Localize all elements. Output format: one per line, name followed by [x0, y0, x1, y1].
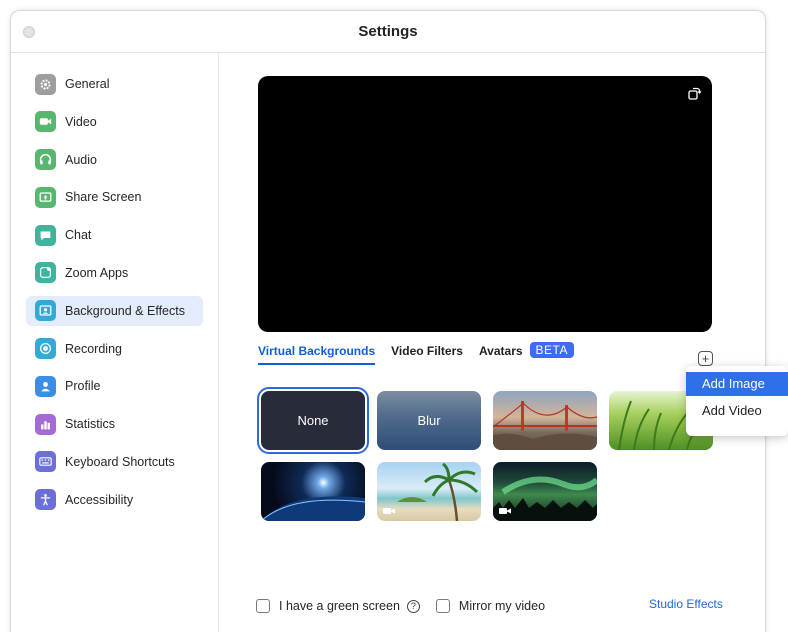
- accessibility-icon: [35, 489, 56, 511]
- sidebar-item-share-screen[interactable]: Share Screen: [26, 182, 203, 212]
- background-tile-none[interactable]: None: [257, 387, 369, 454]
- background-tile-aurora[interactable]: [493, 462, 597, 521]
- green-screen-label: I have a green screen: [279, 599, 400, 613]
- title-bar: Settings: [11, 11, 765, 53]
- sidebar-item-label: Statistics: [65, 417, 116, 432]
- gear-icon: [35, 73, 56, 95]
- sidebar-item-label: Accessibility: [65, 492, 134, 507]
- record-icon: [35, 338, 56, 360]
- tab-avatars[interactable]: Avatars: [479, 344, 523, 363]
- mirror-video-label: Mirror my video: [458, 599, 546, 613]
- sidebar-item-general[interactable]: General: [26, 69, 203, 99]
- beta-badge: BETA: [529, 342, 574, 358]
- background-tile-blur[interactable]: Blur: [377, 391, 481, 450]
- sidebar-item-chat[interactable]: Chat: [26, 220, 203, 250]
- background-tile-beach[interactable]: [377, 462, 481, 521]
- sidebar-item-label: Audio: [65, 152, 97, 167]
- video-camera-icon: [35, 111, 56, 133]
- background-options: I have a green screen ? Mirror my video: [256, 597, 545, 615]
- tile-label: Blur: [417, 413, 441, 428]
- sidebar-item-label: Chat: [65, 228, 92, 243]
- tile-label: None: [297, 413, 329, 428]
- background-icon: [35, 300, 56, 322]
- background-tabs: Virtual Backgrounds Video Filters Avatar…: [258, 342, 574, 368]
- sidebar-item-recording[interactable]: Recording: [26, 334, 203, 364]
- bar-chart-icon: [35, 413, 56, 435]
- rotate-camera-icon[interactable]: [686, 86, 702, 102]
- apps-icon: [35, 262, 56, 284]
- add-background-button[interactable]: +: [698, 351, 713, 366]
- sidebar-item-accessibility[interactable]: Accessibility: [26, 485, 203, 515]
- tab-virtual-backgrounds[interactable]: Virtual Backgrounds: [258, 344, 376, 365]
- keyboard-icon: [35, 451, 56, 473]
- menu-item-add-video[interactable]: Add Video: [686, 399, 788, 423]
- green-screen-checkbox[interactable]: [256, 599, 270, 613]
- mirror-video-checkbox[interactable]: [435, 599, 450, 613]
- chat-bubble-icon: [35, 224, 56, 246]
- golden-gate-bridge-image: [493, 401, 597, 450]
- menu-item-add-image[interactable]: Add Image: [686, 372, 788, 396]
- sidebar-item-statistics[interactable]: Statistics: [26, 409, 203, 439]
- video-background-icon: [499, 508, 511, 514]
- background-tile-earth[interactable]: [261, 462, 365, 521]
- headphones-icon: [35, 149, 56, 171]
- help-icon[interactable]: ?: [406, 599, 420, 613]
- plus-icon: +: [701, 351, 710, 366]
- sidebar-item-audio[interactable]: Audio: [26, 145, 203, 175]
- settings-sidebar: General Video Audio Share Screen Chat Zo…: [11, 53, 219, 632]
- sidebar-item-label: Share Screen: [65, 190, 142, 205]
- sidebar-item-keyboard-shortcuts[interactable]: Keyboard Shortcuts: [26, 447, 203, 477]
- earth-image: [261, 496, 365, 521]
- sidebar-item-label: Keyboard Shortcuts: [65, 454, 175, 469]
- background-tile-golden-gate[interactable]: [493, 391, 597, 450]
- sidebar-item-background-effects[interactable]: Background & Effects: [26, 295, 203, 326]
- tab-video-filters[interactable]: Video Filters: [391, 344, 463, 363]
- video-background-icon: [383, 508, 395, 514]
- sidebar-item-label: Profile: [65, 379, 101, 394]
- share-screen-icon: [35, 186, 56, 208]
- sidebar-item-zoom-apps[interactable]: Zoom Apps: [26, 258, 203, 288]
- window-title: Settings: [358, 23, 418, 40]
- sidebar-item-video[interactable]: Video: [26, 107, 203, 137]
- person-icon: [35, 375, 56, 397]
- sidebar-item-label: Zoom Apps: [65, 265, 129, 280]
- sidebar-item-label: Recording: [65, 341, 122, 356]
- settings-window: Settings General Video Audio Share Scree…: [10, 10, 766, 632]
- add-background-menu: Add Image Add Video: [686, 366, 788, 436]
- sidebar-item-label: Video: [65, 114, 97, 129]
- sidebar-item-profile[interactable]: Profile: [26, 371, 203, 401]
- sidebar-item-label: General: [65, 77, 110, 91]
- studio-effects-link[interactable]: Studio Effects: [649, 597, 723, 611]
- video-preview: [258, 76, 712, 332]
- sidebar-item-label: Background & Effects: [65, 303, 185, 318]
